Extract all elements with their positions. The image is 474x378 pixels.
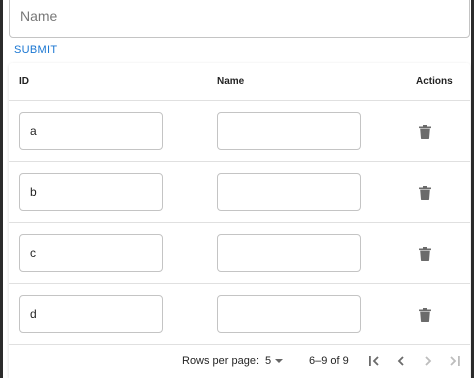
trash-icon[interactable]	[419, 125, 431, 139]
table-row	[9, 101, 470, 162]
name-field[interactable]	[217, 112, 361, 150]
table-pagination: Rows per page: 5 6–9 of 9	[9, 346, 470, 378]
trash-icon[interactable]	[419, 247, 431, 261]
window-edge-left	[0, 0, 3, 378]
id-field[interactable]	[19, 295, 163, 333]
table-row	[9, 162, 470, 223]
first-page-icon[interactable]	[365, 352, 383, 370]
chevron-down-icon[interactable]	[275, 359, 283, 363]
id-field[interactable]	[19, 112, 163, 150]
name-field[interactable]	[217, 234, 361, 272]
submit-button[interactable]: SUBMIT	[6, 40, 65, 60]
table-header-row: ID Name Actions	[9, 63, 470, 101]
data-table: ID Name Actions a b c d Rows per page: 5…	[9, 63, 470, 378]
trash-icon[interactable]	[419, 308, 431, 322]
id-field[interactable]	[19, 173, 163, 211]
column-header-name: Name	[217, 76, 245, 87]
rows-per-page-select[interactable]: 5	[265, 355, 271, 367]
previous-page-icon[interactable]	[392, 352, 410, 370]
name-input[interactable]	[9, 0, 470, 38]
last-page-icon[interactable]	[446, 352, 464, 370]
name-field[interactable]	[217, 173, 361, 211]
rows-per-page-label: Rows per page:	[182, 355, 260, 367]
column-header-actions: Actions	[416, 76, 453, 87]
table-row	[9, 223, 470, 284]
page-range-label: 6–9 of 9	[309, 355, 349, 367]
id-field[interactable]	[19, 234, 163, 272]
column-header-id: ID	[19, 76, 29, 87]
trash-icon[interactable]	[419, 186, 431, 200]
table-row	[9, 284, 470, 345]
next-page-icon[interactable]	[419, 352, 437, 370]
name-field[interactable]	[217, 295, 361, 333]
